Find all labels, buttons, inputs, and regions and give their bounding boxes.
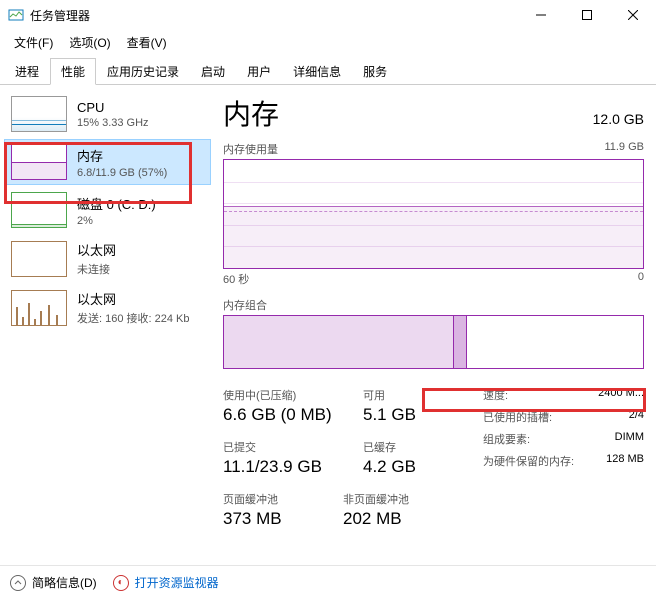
footer: 简略信息(D) ◐ 打开资源监视器 [0,565,656,599]
reserved-label: 为硬件保留的内存: [483,453,574,469]
nonpaged-value: 202 MB [343,509,453,529]
form-label: 组成要素: [483,431,530,447]
usage-chart-label: 内存使用量 [223,141,278,157]
speed-label: 速度: [483,387,508,403]
window-title: 任务管理器 [30,7,518,24]
tab-processes[interactable]: 进程 [4,58,50,85]
content: CPU 15% 3.33 GHz 内存 6.8/11.9 GB (57%) 磁盘 0… [0,85,656,585]
memory-total: 12.0 GB [593,111,644,127]
sidebar-item-disk[interactable]: 磁盘 0 (C: D:) 2% [4,187,211,233]
sidebar-item-ethernet-2[interactable]: 以太网发送: 160 接收: 224 Kb [4,284,211,331]
menu-options[interactable]: 选项(O) [63,32,116,53]
usage-chart-max: 11.9 GB [604,141,644,157]
reserved-value: 128 MB [606,453,644,469]
main-panel: 内存 12.0 GB 内存使用量 11.9 GB 60 秒 0 内存组合 使用中… [215,85,656,585]
memory-usage-chart[interactable] [223,159,644,269]
ethernet-thumb-icon [11,241,67,277]
sidebar-eth1-sub: 未连接 [77,261,116,277]
nonpaged-label: 非页面缓冲池 [343,491,453,507]
tabs: 进程 性能 应用历史记录 启动 用户 详细信息 服务 [0,57,656,85]
sidebar-eth2-title: 以太网 [77,289,190,308]
ethernet2-thumb-icon [11,290,67,326]
menubar: 文件(F) 选项(O) 查看(V) [0,30,656,55]
slots-value: 2/4 [629,409,644,425]
sidebar-mem-sub: 6.8/11.9 GB (57%) [77,167,167,179]
page-title: 内存 [223,93,279,133]
sidebar-cpu-sub: 15% 3.33 GHz [77,117,149,129]
avail-value: 5.1 GB [363,405,453,425]
close-button[interactable] [610,0,656,30]
tab-details[interactable]: 详细信息 [282,58,352,85]
sidebar-disk-sub: 2% [77,215,156,227]
titlebar: 任务管理器 [0,0,656,30]
chart-x-left: 60 秒 [223,271,249,287]
disk-thumb-icon [11,192,67,228]
paged-label: 页面缓冲池 [223,491,343,507]
composition-label: 内存组合 [223,297,267,313]
resource-monitor-icon: ◐ [113,575,129,591]
sidebar-disk-title: 磁盘 0 (C: D:) [77,194,156,213]
tab-users[interactable]: 用户 [236,58,282,85]
window-controls [518,0,656,30]
cached-label: 已缓存 [363,439,453,455]
cpu-thumb-icon [11,96,67,132]
tab-services[interactable]: 服务 [352,58,398,85]
slots-label: 已使用的插槽: [483,409,552,425]
fewer-details-button[interactable]: 简略信息(D) [10,574,97,591]
app-icon [8,7,24,23]
chart-x-right: 0 [638,271,644,287]
tab-performance[interactable]: 性能 [50,58,96,85]
sidebar-item-memory[interactable]: 内存 6.8/11.9 GB (57%) [4,139,211,185]
committed-value: 11.1/23.9 GB [223,457,363,477]
minimize-button[interactable] [518,0,564,30]
speed-value: 2400 M... [598,387,644,403]
menu-file[interactable]: 文件(F) [8,32,59,53]
memory-composition-chart[interactable] [223,315,644,369]
sidebar-cpu-title: CPU [77,100,149,115]
menu-view[interactable]: 查看(V) [121,32,173,53]
avail-label: 可用 [363,387,453,403]
committed-label: 已提交 [223,439,363,455]
open-resource-monitor-link[interactable]: ◐ 打开资源监视器 [113,574,219,591]
sidebar-item-ethernet-1[interactable]: 以太网未连接 [4,235,211,282]
stats-grid: 使用中(已压缩) 6.6 GB (0 MB) 可用 5.1 GB 已提交 11.1/2… [223,387,644,543]
chevron-up-icon [10,575,26,591]
in-use-value: 6.6 GB (0 MB) [223,405,363,425]
sidebar-item-cpu[interactable]: CPU 15% 3.33 GHz [4,91,211,137]
form-value: DIMM [615,431,644,447]
sidebar-eth1-title: 以太网 [77,240,116,259]
sidebar: CPU 15% 3.33 GHz 内存 6.8/11.9 GB (57%) 磁盘 0… [0,85,215,585]
sidebar-eth2-sub: 发送: 160 接收: 224 Kb [77,310,190,326]
cached-value: 4.2 GB [363,457,453,477]
tab-startup[interactable]: 启动 [190,58,236,85]
memory-thumb-icon [11,144,67,180]
sidebar-mem-title: 内存 [77,146,167,165]
maximize-button[interactable] [564,0,610,30]
in-use-label: 使用中(已压缩) [223,387,363,403]
paged-value: 373 MB [223,509,343,529]
tab-app-history[interactable]: 应用历史记录 [96,58,190,85]
